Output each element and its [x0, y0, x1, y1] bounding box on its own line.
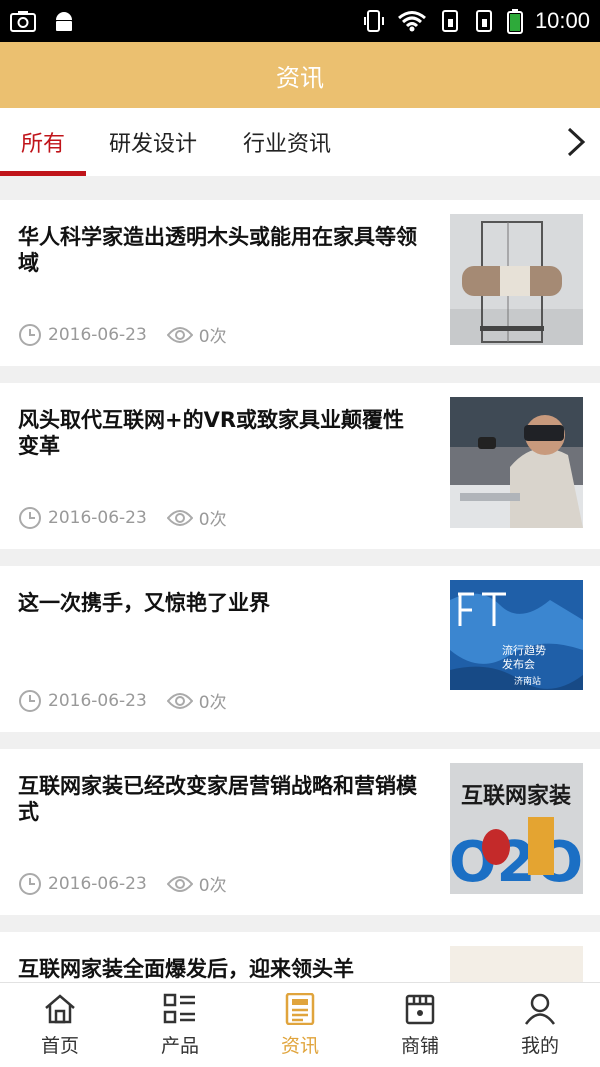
nav-me-label: 我的	[520, 1034, 559, 1057]
tab-all[interactable]: 所有	[0, 108, 86, 176]
screenshot-icon	[10, 11, 36, 32]
bottom-nav: 首页 产品 资讯 商铺 我的	[0, 982, 600, 1067]
eye-icon	[166, 875, 193, 892]
article-views: 0次	[198, 693, 227, 713]
nav-store[interactable]: 商铺	[360, 983, 480, 1067]
article-title: 华人科学家造出透明木头或能用在家具等领域	[18, 225, 417, 275]
tab-industry-news[interactable]: 行业资讯	[220, 108, 354, 176]
sim-icon-2	[475, 10, 492, 32]
article-title: 互联网家装全面爆发后，迎来领头羊	[18, 957, 354, 981]
page-header: 资讯	[0, 42, 600, 108]
article-meta: 2016-06-23 0次	[18, 871, 227, 896]
poster-line2: 发布会	[502, 657, 535, 671]
home-icon	[45, 993, 75, 1023]
eye-icon	[166, 326, 193, 343]
battery-icon	[506, 9, 523, 34]
nav-news[interactable]: 资讯	[240, 983, 360, 1067]
article-title: 这一次携手，又惊艳了业界	[18, 591, 270, 615]
article-card[interactable]: 这一次携手，又惊艳了业界 2016-06-23 0次 流行趋势 发布会 济南站	[0, 566, 600, 732]
page-title: 资讯	[276, 63, 324, 92]
article-views: 0次	[198, 327, 227, 347]
nav-me[interactable]: 我的	[480, 983, 600, 1067]
article-meta: 2016-06-23 0次	[18, 505, 227, 530]
article-card[interactable]: 华人科学家造出透明木头或能用在家具等领域 2016-06-23 0次	[0, 200, 600, 366]
article-title: 风头取代互联网+的VR或致家具业颠覆性变革	[18, 408, 405, 458]
article-thumbnail	[450, 397, 583, 528]
status-time: 10:00	[534, 8, 590, 33]
eye-icon	[166, 509, 193, 526]
article-title: 互联网家装已经改变家居营销战略和营销模式	[18, 774, 417, 824]
nav-home-label: 首页	[40, 1034, 79, 1057]
nav-products[interactable]: 产品	[120, 983, 240, 1067]
article-thumbnail: 互联网家装 O2O	[450, 763, 583, 894]
article-date: 2016-06-23	[48, 324, 147, 345]
eye-icon	[166, 692, 193, 709]
nav-store-label: 商铺	[400, 1034, 439, 1057]
sim-icon	[441, 10, 458, 32]
tab-rd-design[interactable]: 研发设计	[86, 108, 220, 176]
clock-icon	[19, 506, 41, 529]
poster-code: O2O	[450, 830, 583, 894]
clock-icon	[19, 323, 41, 346]
article-list: 华人科学家造出透明木头或能用在家具等领域 2016-06-23 0次 风头取代互…	[0, 200, 600, 1067]
news-icon	[285, 992, 315, 1025]
list-icon	[163, 993, 195, 1023]
article-date: 2016-06-23	[48, 507, 147, 528]
poster-line1: 流行趋势	[502, 643, 546, 657]
store-icon	[405, 994, 435, 1024]
article-card[interactable]: 风头取代互联网+的VR或致家具业颠覆性变革 2016-06-23 0次	[0, 383, 600, 549]
user-icon	[524, 993, 556, 1025]
wifi-icon	[397, 11, 426, 32]
android-icon	[56, 12, 72, 31]
article-date: 2016-06-23	[48, 873, 147, 894]
poster-heading: 互联网家装	[461, 783, 571, 809]
nav-home[interactable]: 首页	[0, 983, 120, 1067]
status-bar: 10:00	[0, 0, 600, 42]
clock-icon	[19, 689, 41, 712]
article-thumbnail: 流行趋势 发布会 济南站	[450, 580, 583, 711]
article-views: 0次	[198, 510, 227, 530]
category-tabs: 所有 研发设计 行业资讯	[0, 108, 600, 176]
article-thumbnail	[450, 214, 583, 345]
article-card[interactable]: 互联网家装已经改变家居营销战略和营销模式 2016-06-23 0次 互联网家装…	[0, 749, 600, 915]
article-meta: 2016-06-23 0次	[18, 322, 227, 347]
nav-products-label: 产品	[160, 1034, 199, 1057]
article-views: 0次	[198, 876, 227, 896]
chevron-right-icon[interactable]	[564, 126, 588, 158]
poster-line3: 济南站	[514, 675, 541, 687]
nav-news-label: 资讯	[280, 1034, 319, 1057]
vibrate-icon	[363, 10, 384, 32]
clock-icon	[19, 872, 41, 895]
article-date: 2016-06-23	[48, 690, 147, 711]
article-meta: 2016-06-23 0次	[18, 688, 227, 713]
